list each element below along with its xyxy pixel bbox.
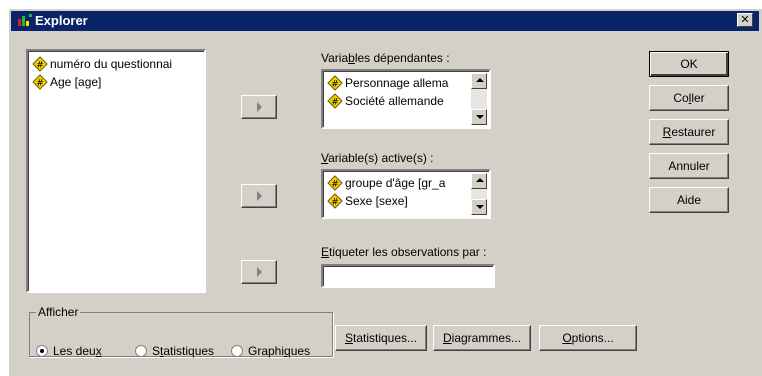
- radio-label: Graphiques: [248, 344, 311, 358]
- spss-app-icon: [18, 14, 32, 26]
- list-item[interactable]: # numéro du questionnai: [32, 55, 172, 73]
- source-variable-list[interactable]: # numéro du questionnai # Age [age]: [26, 49, 206, 293]
- list-item-label: Sexe [sexe]: [345, 194, 408, 208]
- move-to-label-button[interactable]: [241, 260, 277, 284]
- svg-text:#: #: [331, 80, 339, 90]
- radio-label: Les deux: [53, 344, 102, 358]
- label-cases-field[interactable]: [321, 264, 495, 288]
- factor-label: Variable(s) active(s) :: [321, 151, 434, 165]
- scroll-down-button[interactable]: [471, 199, 487, 215]
- list-item-label: numéro du questionnai: [50, 57, 173, 71]
- help-button[interactable]: Aide: [649, 187, 729, 213]
- radio-button-selected[interactable]: [36, 345, 48, 357]
- scale-variable-icon: #: [327, 175, 343, 191]
- scale-variable-icon: #: [32, 56, 48, 72]
- cancel-button[interactable]: Annuler: [649, 153, 729, 179]
- display-legend: Afficher: [38, 305, 79, 319]
- up-arrow-icon: [476, 178, 484, 182]
- ok-button[interactable]: OK: [649, 51, 729, 77]
- right-arrow-icon: [257, 191, 262, 201]
- statistics-button[interactable]: Statistiques...: [335, 325, 427, 351]
- scale-variable-icon: #: [327, 193, 343, 209]
- scale-variable-icon: #: [32, 74, 48, 90]
- svg-text:#: #: [331, 98, 339, 108]
- radio-button[interactable]: [231, 345, 243, 357]
- radio-button[interactable]: [135, 345, 147, 357]
- list-item[interactable]: # groupe d'âge [gr_a: [327, 174, 473, 192]
- radio-statistics[interactable]: Statistiques: [135, 344, 214, 358]
- scrollbar[interactable]: [471, 73, 487, 125]
- svg-text:#: #: [36, 79, 44, 89]
- scrollbar[interactable]: [471, 173, 487, 215]
- close-button[interactable]: ✕: [737, 13, 753, 27]
- scroll-down-button[interactable]: [471, 109, 487, 125]
- svg-text:#: #: [331, 180, 339, 190]
- list-item[interactable]: # Sexe [sexe]: [327, 192, 473, 210]
- plots-button[interactable]: Diagrammes...: [433, 325, 531, 351]
- list-item-label: Société allemande: [345, 94, 444, 108]
- scroll-up-button[interactable]: [471, 173, 487, 189]
- right-arrow-icon: [257, 102, 262, 112]
- right-arrow-icon: [257, 267, 262, 277]
- move-to-factor-button[interactable]: [241, 184, 277, 208]
- scroll-up-button[interactable]: [471, 73, 487, 89]
- list-item-label: Age [age]: [50, 75, 102, 89]
- factor-variable-list[interactable]: # groupe d'âge [gr_a # Sexe [sexe]: [321, 169, 491, 219]
- reset-button[interactable]: Restaurer: [649, 119, 729, 145]
- list-item-label: groupe d'âge [gr_a: [345, 176, 446, 190]
- dependent-variable-list[interactable]: # Personnage allema # Société allemande: [321, 69, 491, 129]
- dependent-label: Variables dépendantes :: [321, 51, 450, 65]
- scale-variable-icon: #: [327, 93, 343, 109]
- svg-text:#: #: [36, 61, 44, 71]
- scale-variable-icon: #: [327, 75, 343, 91]
- move-to-dependent-button[interactable]: [241, 95, 277, 119]
- down-arrow-icon: [476, 205, 484, 209]
- label-cases-label: Etiqueter les observations par :: [321, 245, 487, 259]
- display-group: Afficher Les deux Statistiques Graphique…: [29, 305, 333, 358]
- list-item[interactable]: # Personnage allema: [327, 74, 473, 92]
- list-item-label: Personnage allema: [345, 76, 449, 90]
- list-item[interactable]: # Société allemande: [327, 92, 473, 110]
- up-arrow-icon: [476, 78, 484, 82]
- radio-plots[interactable]: Graphiques: [231, 344, 310, 358]
- list-item[interactable]: # Age [age]: [32, 73, 101, 91]
- paste-button[interactable]: Coller: [649, 85, 729, 111]
- radio-label: Statistiques: [152, 344, 215, 358]
- window-title: Explorer: [35, 13, 88, 28]
- down-arrow-icon: [476, 115, 484, 119]
- svg-text:#: #: [331, 198, 339, 208]
- options-button[interactable]: Options...: [539, 325, 637, 351]
- explorer-dialog: Explorer ✕ # numéro du questionnai # Age…: [8, 8, 762, 376]
- radio-both[interactable]: Les deux: [36, 344, 102, 358]
- title-bar[interactable]: Explorer ✕: [11, 11, 759, 31]
